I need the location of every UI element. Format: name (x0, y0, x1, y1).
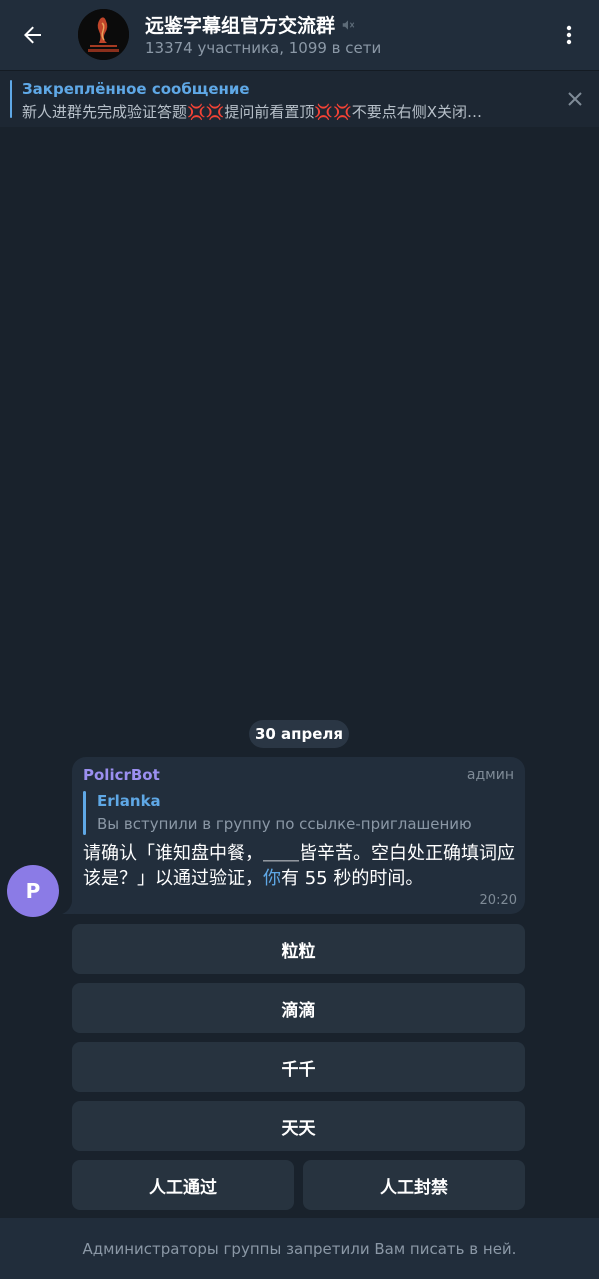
admin-badge: админ (466, 767, 514, 783)
reply-author: Erlanka (97, 792, 161, 810)
message-text-part2: 有 55 秒的时间。 (281, 868, 424, 889)
answer-button-2[interactable]: 滴滴 (72, 983, 525, 1033)
more-vertical-icon (566, 25, 572, 45)
message-text: 请确认「谁知盘中餐，＿＿皆辛苦。空白处正确填词应该是？」以通过验证，你有 55 … (83, 841, 519, 891)
pinned-message[interactable]: Закреплённое сообщение 新人进群先完成验证答题💢💢提问前看… (0, 70, 599, 127)
group-title[interactable]: 远鉴字幕组官方交流群 (145, 11, 355, 38)
answer-button-1[interactable]: 粒粒 (72, 924, 525, 974)
user-mention[interactable]: 你 (263, 868, 281, 889)
reply-text: Вы вступили в группу по ссылке-приглашен… (97, 815, 472, 833)
sender-avatar[interactable]: P (7, 865, 59, 917)
pinned-text: 新人进群先完成验证答题💢💢提问前看置顶💢💢不要点右侧X关闭… (22, 103, 482, 121)
pinned-indicator (10, 80, 12, 118)
chat-header: 远鉴字幕组官方交流群 13374 участника, 1099 в сети (0, 0, 599, 70)
date-separator: 30 апреля (249, 720, 349, 748)
back-button[interactable] (8, 10, 58, 60)
muted-speaker-icon (342, 19, 355, 30)
group-avatar[interactable] (78, 9, 129, 60)
manual-approve-button[interactable]: 人工通过 (72, 1160, 294, 1210)
group-logo-image (78, 9, 129, 60)
manual-ban-button[interactable]: 人工封禁 (303, 1160, 525, 1210)
more-menu-button[interactable] (549, 15, 589, 55)
pinned-close-button[interactable] (563, 87, 587, 111)
close-icon (568, 92, 582, 106)
message-bubble[interactable]: PolicrBot админ Erlanka Вы вступили в гр… (72, 757, 525, 914)
reply-quote[interactable]: Erlanka Вы вступили в группу по ссылке-п… (83, 791, 513, 837)
write-restricted-notice: Администраторы группы запретили Вам писа… (0, 1218, 599, 1279)
answer-button-3[interactable]: 千千 (72, 1042, 525, 1092)
sender-name[interactable]: PolicrBot (83, 766, 160, 784)
reply-indicator (83, 791, 86, 835)
arrow-left-icon (24, 26, 41, 44)
answer-button-4[interactable]: 天天 (72, 1101, 525, 1151)
group-title-text: 远鉴字幕组官方交流群 (145, 15, 336, 37)
pinned-title: Закреплённое сообщение (22, 80, 250, 98)
member-count: 13374 участника, 1099 в сети (145, 39, 382, 57)
message-time: 20:20 (479, 893, 517, 908)
